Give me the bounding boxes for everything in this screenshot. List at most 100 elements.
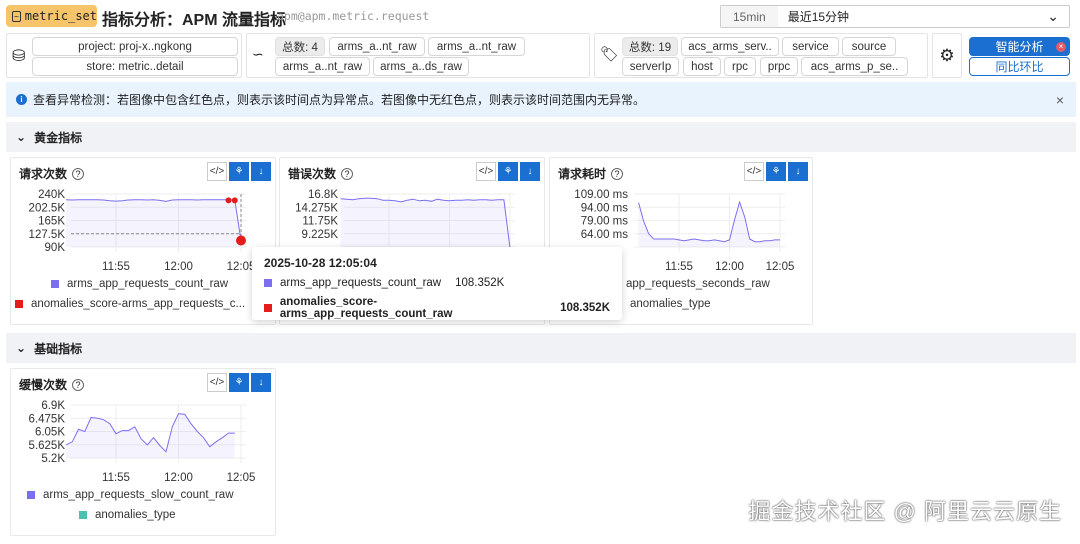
x-tick-label: 11:55 (665, 261, 693, 273)
code-icon[interactable]: </> (476, 162, 496, 181)
y-tick-label: 64.00 ms (581, 229, 629, 241)
series-area (66, 199, 241, 247)
help-icon[interactable]: ? (72, 167, 85, 180)
help-icon[interactable]: ? (341, 167, 354, 180)
analysis-icon[interactable]: ⚘ (766, 162, 786, 181)
help-icon[interactable]: ? (611, 167, 624, 180)
series-line (638, 200, 780, 243)
tag-pill[interactable]: service (782, 37, 839, 56)
page-title: 指标分析：APM 流量指标 (102, 12, 287, 29)
analysis-icon[interactable]: ⚘ (229, 162, 249, 181)
code-icon[interactable]: </> (207, 373, 227, 392)
anomaly-point[interactable] (231, 197, 238, 204)
series-area (638, 202, 780, 247)
legend-item[interactable]: anomalies_type (79, 509, 176, 521)
x-tick-label: 11:55 (102, 261, 130, 273)
chevron-down-icon: ⌄ (16, 341, 27, 355)
analysis-icon[interactable]: ⚘ (498, 162, 518, 181)
y-tick-label: 5.2K (41, 453, 65, 465)
tags-panel: 🏷 总数: 19 acs_arms_serv.. service source … (594, 33, 928, 78)
tag-icon: 🏷 (600, 46, 620, 63)
code-icon[interactable]: </> (207, 162, 227, 181)
store-pill[interactable]: store: metric..detail (32, 57, 238, 76)
help-icon[interactable]: ? (72, 378, 85, 391)
legend-label: arms_app_requests_count_raw (67, 278, 229, 290)
y-tick-label: 11.75K (302, 216, 338, 228)
legend-label: arms_app_requests_slow_count_raw (43, 489, 234, 501)
tag-pill[interactable]: acs_arms_serv.. (681, 37, 779, 56)
y-tick-label: 5.625K (29, 440, 66, 452)
tag-pill[interactable]: serverIp (622, 57, 679, 76)
line-chart: 240K202.5K165K127.5K90K11:55 12:00 12:05 (29, 189, 256, 273)
close-icon[interactable]: × (1056, 92, 1064, 108)
tag-pill[interactable]: rpc (724, 57, 756, 76)
chart-tooltip: 2025-10-28 12:05:04 arms_app_requests_co… (252, 247, 622, 320)
download-icon[interactable]: ↓ (788, 162, 808, 181)
y-tick-label: 94.00 ms (581, 202, 629, 214)
y-tick-label: 14.275K (295, 202, 338, 214)
section-title: 基础指标 (34, 341, 83, 356)
section-title: 黄金指标 (34, 130, 83, 145)
anomaly-swatch (264, 304, 272, 312)
database-icon: ⛁ (12, 48, 26, 65)
chevron-down-icon: ⌄ (1047, 8, 1059, 24)
y-tick-label: 165K (38, 216, 65, 228)
project-pill[interactable]: project: proj-x..ngkong (32, 37, 238, 56)
y-tick-label: 6.475K (29, 413, 66, 425)
download-icon[interactable]: ↓ (520, 162, 540, 181)
compare-button[interactable]: 同比环比 (969, 57, 1070, 76)
x-tick-label: 12:05 (227, 472, 256, 484)
series-swatch (264, 279, 272, 287)
time-range-select[interactable]: 15min 最近15分钟 ⌄ (720, 5, 1070, 28)
chart-title-text: 请求耗时 (558, 167, 607, 181)
smart-analysis-button[interactable]: 智能分析 × (969, 37, 1070, 56)
alert-text: 查看异常检测：若图像中包含红色点，则表示该时间点为异常点。若图像中无红色点，则表… (33, 93, 646, 107)
analysis-icon[interactable]: ⚘ (229, 373, 249, 392)
legend-swatch (79, 511, 87, 519)
anomaly-point[interactable] (236, 235, 246, 246)
y-tick-label: 16.8K (308, 189, 338, 201)
metrics-panel: ∽ 总数: 4 arms_a..nt_raw arms_a..nt_raw ar… (246, 33, 590, 78)
series-area (340, 198, 510, 248)
tag-pill[interactable]: acs_arms_p_se.. (801, 57, 908, 76)
metric-pill[interactable]: arms_a..ds_raw (373, 57, 469, 76)
legend-swatch (15, 300, 23, 308)
chart-title: 缓慢次数? (19, 376, 85, 393)
tooltip-time: 2025-10-28 12:05:04 (264, 256, 377, 270)
metric-pill[interactable]: arms_a..nt_raw (428, 37, 525, 56)
download-icon[interactable]: ↓ (251, 373, 271, 392)
legend-item[interactable]: arms_app_requests_slow_count_raw (27, 489, 234, 501)
badge-label: metric_set (24, 9, 97, 23)
metric-pill[interactable]: arms_a..nt_raw (275, 57, 370, 76)
gear-icon: ⚙ (939, 45, 955, 65)
tag-pill[interactable]: host (683, 57, 721, 76)
anomaly-point[interactable] (225, 197, 232, 204)
metrics-total: 总数: 4 (275, 37, 325, 56)
section-basic-metrics[interactable]: ⌄ 基础指标 (6, 333, 1076, 363)
x-tick-label: 12:00 (715, 261, 744, 273)
download-icon[interactable]: ↓ (251, 162, 271, 181)
close-icon[interactable]: × (1056, 41, 1066, 52)
tags-total: 总数: 19 (622, 37, 678, 56)
x-tick-label: 11:55 (102, 472, 130, 484)
chart-card-requests: 请求次数? </> ⚘ ↓ 240K 202.5K 165K 127.5K 90K 11:55 1… (10, 157, 276, 325)
settings-button[interactable]: ⚙ (932, 33, 962, 78)
legend-label: anomalies_type (95, 509, 176, 521)
chart-title-text: 错误次数 (288, 167, 337, 181)
legend-swatch (51, 280, 59, 288)
legend-item[interactable]: app_requests_seconds_raw (610, 278, 770, 290)
y-tick-label: 6.9K (41, 400, 65, 412)
tag-pill[interactable]: source (842, 37, 896, 56)
legend-item[interactable]: anomalies_score-arms_app_requests_c... (15, 298, 245, 310)
tag-pill[interactable]: prpc (760, 57, 798, 76)
smart-analysis-label: 智能分析 (995, 40, 1044, 54)
legend-item[interactable]: anomalies_type (614, 298, 711, 310)
metric-set-badge: ~ metric_set (6, 5, 97, 27)
chart-card-slow: 缓慢次数? </> ⚘ ↓ 6.9K 6.475K 6.05K 5.625K 5.2K 11:5… (10, 368, 276, 536)
watermark: 掘金技术社区 @ 阿里云云原生 (748, 499, 1062, 524)
legend-item[interactable]: arms_app_requests_count_raw (51, 278, 228, 290)
metric-pill[interactable]: arms_a..nt_raw (329, 37, 425, 56)
legend-swatch (27, 491, 35, 499)
section-golden-metrics[interactable]: ⌄ 黄金指标 (6, 122, 1076, 152)
code-icon[interactable]: </> (744, 162, 764, 181)
